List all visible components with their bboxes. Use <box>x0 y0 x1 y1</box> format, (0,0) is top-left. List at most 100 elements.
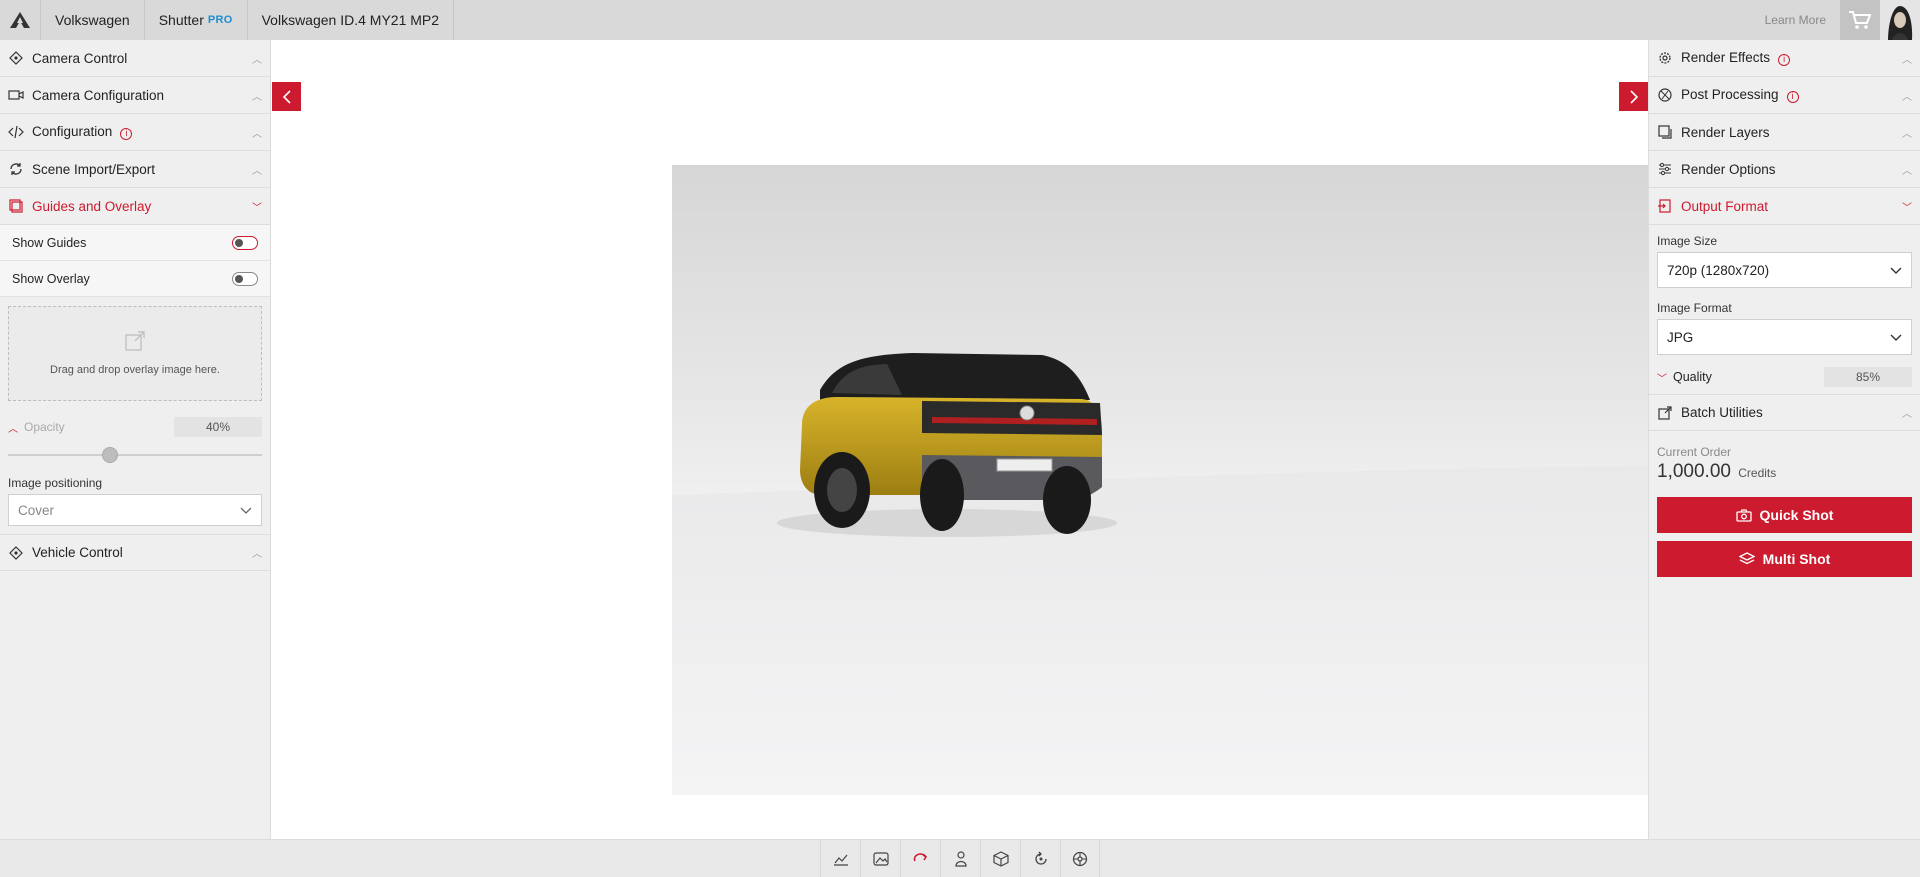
video-camera-icon <box>8 87 24 103</box>
person-icon[interactable] <box>940 839 980 877</box>
image-format-label: Image Format <box>1657 301 1732 315</box>
credits-value: 1,000.00 <box>1657 461 1731 482</box>
section-camera-configuration[interactable]: Camera Configuration ︿ <box>0 77 270 114</box>
show-overlay-row: Show Overlay <box>0 261 270 297</box>
image-positioning-select[interactable]: Cover <box>8 494 262 526</box>
opacity-slider[interactable] <box>8 444 262 466</box>
info-icon[interactable]: i <box>120 127 133 140</box>
app-logo-icon[interactable] <box>0 0 40 40</box>
chart-line-icon[interactable] <box>820 839 860 877</box>
chevron-down-icon <box>240 503 252 518</box>
guides-overlay-panel: Show Guides Show Overlay <box>0 225 270 297</box>
chevron-up-icon: ︿ <box>252 91 262 103</box>
section-label: Render Options <box>1681 161 1776 177</box>
export-icon <box>1657 198 1673 214</box>
show-overlay-label: Show Overlay <box>12 271 90 286</box>
current-order-label: Current Order <box>1657 445 1732 459</box>
section-batch-utilities[interactable]: Batch Utilities ︿ <box>1649 394 1920 431</box>
chevron-up-icon: ︿ <box>252 54 262 66</box>
layers-icon <box>8 198 24 214</box>
image-positioning-value: Cover <box>18 502 55 518</box>
learn-more-link[interactable]: Learn More <box>1765 0 1840 40</box>
multi-shot-button[interactable]: Multi Shot <box>1657 541 1912 577</box>
section-post-processing[interactable]: Post Processing i ︿ <box>1649 77 1920 114</box>
breadcrumb-project[interactable]: Volkswagen ID.4 MY21 MP2 <box>246 0 455 40</box>
image-icon[interactable] <box>860 839 900 877</box>
image-positioning-label: Image positioning <box>8 476 103 490</box>
section-render-layers[interactable]: Render Layers ︿ <box>1649 114 1920 151</box>
section-scene-import-export[interactable]: Scene Import/Export ︿ <box>0 151 270 188</box>
cube-icon[interactable] <box>980 839 1020 877</box>
section-output-format[interactable]: Output Format ﹀ <box>1649 188 1920 225</box>
refresh-icon[interactable] <box>1020 839 1060 877</box>
section-vehicle-control[interactable]: Vehicle Control ︿ <box>0 534 270 571</box>
overlay-dropzone[interactable]: Drag and drop overlay image here. <box>8 306 262 401</box>
chevron-up-icon[interactable]: ︿ <box>8 420 18 435</box>
chevron-left-icon <box>282 89 291 104</box>
info-icon[interactable]: i <box>1778 53 1791 66</box>
section-render-options[interactable]: Render Options ︿ <box>1649 151 1920 188</box>
left-panel: Camera Control ︿ Camera Configuration ︿ … <box>0 40 271 839</box>
bottom-toolbar <box>0 839 1920 877</box>
render-canvas[interactable] <box>672 165 1792 795</box>
camera-move-icon <box>8 50 24 66</box>
dropzone-text: Drag and drop overlay image here. <box>50 364 220 376</box>
layers-icon <box>1657 124 1673 140</box>
breadcrumb-app[interactable]: Shutter PRO <box>143 0 247 40</box>
section-camera-control[interactable]: Camera Control ︿ <box>0 40 270 77</box>
opacity-value[interactable]: 40% <box>174 417 262 437</box>
opacity-label: Opacity <box>24 420 65 434</box>
multi-shot-label: Multi Shot <box>1762 551 1831 567</box>
section-render-effects[interactable]: Render Effects i ︿ <box>1649 40 1920 77</box>
info-icon[interactable]: i <box>1786 90 1799 103</box>
cart-icon[interactable] <box>1840 0 1880 40</box>
vehicle-render <box>672 353 1792 795</box>
image-format-value: JPG <box>1667 329 1694 345</box>
credits-unit: Credits <box>1738 466 1777 480</box>
quick-shot-button[interactable]: Quick Shot <box>1657 497 1912 533</box>
image-format-select[interactable]: JPG <box>1657 319 1912 355</box>
code-icon <box>8 124 24 140</box>
show-overlay-toggle[interactable] <box>232 271 258 286</box>
aperture-icon <box>1657 87 1673 103</box>
section-label-text: Configuration <box>32 124 113 140</box>
chevron-up-icon: ︿ <box>252 165 262 177</box>
wheel-icon[interactable] <box>1060 839 1100 877</box>
slider-thumb[interactable] <box>101 447 118 463</box>
show-guides-row: Show Guides <box>0 225 270 261</box>
section-label: Render Effects i <box>1681 50 1902 66</box>
image-size-select[interactable]: 720p (1280x720) <box>1657 252 1912 288</box>
chevron-right-icon <box>1629 89 1638 104</box>
camera-icon <box>1735 508 1752 522</box>
breadcrumb-brand[interactable]: Volkswagen <box>40 0 144 40</box>
chevron-up-icon: ︿ <box>1902 409 1912 420</box>
rotate-icon[interactable] <box>900 839 940 877</box>
avatar[interactable] <box>1880 0 1920 40</box>
section-label-text: Post Processing <box>1681 87 1779 103</box>
external-link-icon <box>125 331 145 354</box>
section-label: Vehicle Control <box>32 545 123 560</box>
chevron-down-icon: ﹀ <box>252 202 262 214</box>
sliders-icon <box>1657 161 1673 177</box>
section-label: Guides and Overlay <box>32 198 152 214</box>
show-guides-label: Show Guides <box>12 235 87 250</box>
collapse-left-button[interactable] <box>272 82 301 111</box>
collapse-right-button[interactable] <box>1619 82 1648 111</box>
image-size-value: 720p (1280x720) <box>1667 262 1770 278</box>
section-label: Render Layers <box>1681 124 1770 140</box>
section-label: Output Format <box>1681 198 1769 214</box>
section-configuration[interactable]: Configuration i ︿ <box>0 114 270 151</box>
quality-value[interactable]: 85% <box>1824 367 1912 387</box>
section-label: Configuration i <box>32 124 252 140</box>
viewport-area <box>272 40 1792 839</box>
section-guides-and-overlay[interactable]: Guides and Overlay ﹀ <box>0 188 270 225</box>
steering-icon <box>8 545 24 561</box>
show-guides-toggle[interactable] <box>232 235 258 250</box>
top-bar: Volkswagen Shutter PRO Volkswagen ID.4 M… <box>0 0 1920 40</box>
credits-display: 1,000.00 Credits <box>1649 461 1920 483</box>
quality-row: ﹀ Quality 85% <box>1649 360 1920 394</box>
chevron-down-icon[interactable]: ﹀ <box>1657 370 1667 385</box>
gear-icon <box>1657 50 1673 66</box>
chevron-down-icon <box>1890 263 1902 278</box>
chevron-up-icon: ︿ <box>252 128 262 140</box>
